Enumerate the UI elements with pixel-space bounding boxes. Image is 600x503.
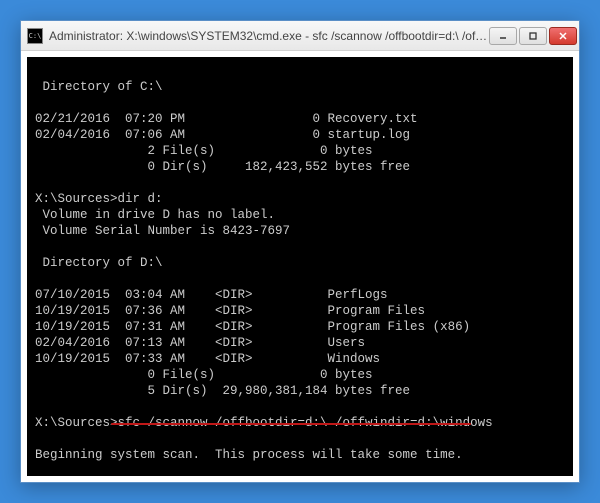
terminal-line: Volume in drive D has no label. <box>35 207 565 223</box>
terminal-line <box>35 431 565 447</box>
maximize-button[interactable] <box>519 27 547 45</box>
terminal-line: Directory of C:\ <box>35 79 565 95</box>
terminal-line: 0 File(s) 0 bytes <box>35 367 565 383</box>
terminal-line <box>35 175 565 191</box>
window-title: Administrator: X:\windows\SYSTEM32\cmd.e… <box>49 29 489 43</box>
terminal-output[interactable]: Directory of C:\ 02/21/2016 07:20 PM 0 R… <box>27 57 573 476</box>
terminal-line: Directory of D:\ <box>35 255 565 271</box>
close-button[interactable] <box>549 27 577 45</box>
terminal-line <box>35 399 565 415</box>
terminal-line <box>35 239 565 255</box>
terminal-line: 0 Dir(s) 182,423,552 bytes free <box>35 159 565 175</box>
window-controls <box>489 27 577 45</box>
terminal-line: 02/04/2016 07:13 AM <DIR> Users <box>35 335 565 351</box>
terminal-line: 10/19/2015 07:31 AM <DIR> Program Files … <box>35 319 565 335</box>
cmd-icon: C:\ <box>27 28 43 44</box>
terminal-line: 10/19/2015 07:36 AM <DIR> Program Files <box>35 303 565 319</box>
terminal-line: 07/10/2015 03:04 AM <DIR> PerfLogs <box>35 287 565 303</box>
terminal-line <box>35 271 565 287</box>
terminal-line <box>35 463 565 476</box>
terminal-line: 2 File(s) 0 bytes <box>35 143 565 159</box>
terminal-line: Beginning system scan. This process will… <box>35 447 565 463</box>
terminal-line: 02/04/2016 07:06 AM 0 startup.log <box>35 127 565 143</box>
terminal-line: 10/19/2015 07:33 AM <DIR> Windows <box>35 351 565 367</box>
terminal-line: Volume Serial Number is 8423-7697 <box>35 223 565 239</box>
terminal-line: 5 Dir(s) 29,980,381,184 bytes free <box>35 383 565 399</box>
terminal-line <box>35 63 565 79</box>
minimize-button[interactable] <box>489 27 517 45</box>
command-underline-annotation <box>111 423 471 425</box>
cmd-window: C:\ Administrator: X:\windows\SYSTEM32\c… <box>20 20 580 483</box>
terminal-line: X:\Sources>dir d: <box>35 191 565 207</box>
titlebar[interactable]: C:\ Administrator: X:\windows\SYSTEM32\c… <box>21 21 579 51</box>
terminal-line <box>35 95 565 111</box>
terminal-line: 02/21/2016 07:20 PM 0 Recovery.txt <box>35 111 565 127</box>
